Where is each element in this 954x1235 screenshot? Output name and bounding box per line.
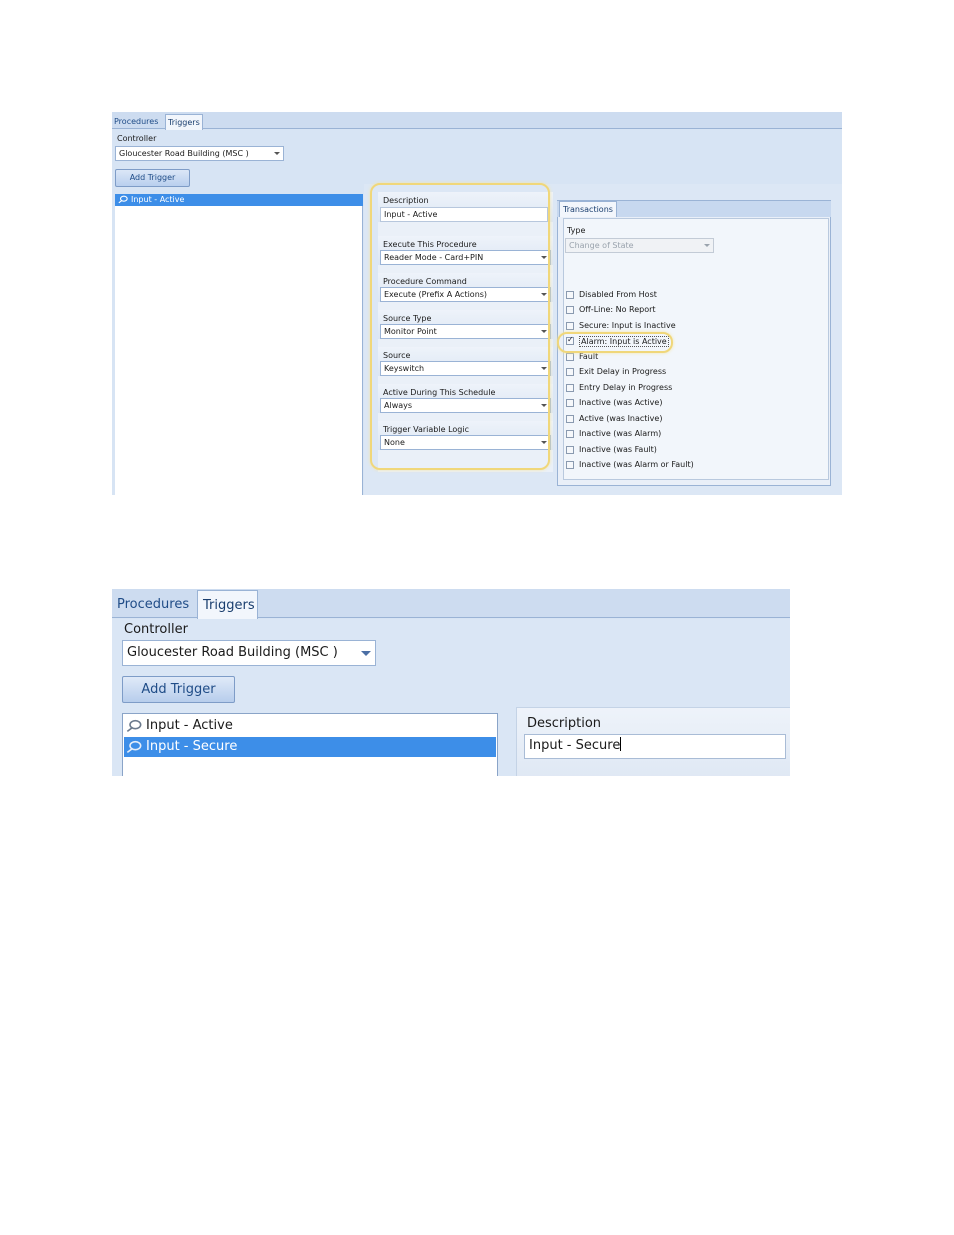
trigger-list: Input - Active Input - Secure <box>122 713 498 776</box>
description-field-value: Input - Secure <box>529 738 621 753</box>
tab-triggers[interactable]: Triggers <box>165 114 203 130</box>
checkbox[interactable] <box>566 461 574 469</box>
controller-label: Controller <box>124 622 188 637</box>
checkbox-label: Inactive (was Fault) <box>579 445 657 454</box>
chevron-down-icon <box>361 651 371 656</box>
trigger-icon <box>126 719 142 732</box>
checkbox-label: Secure: Input is Inactive <box>579 321 676 330</box>
list-item[interactable]: Input - Active <box>115 194 363 206</box>
type-select[interactable]: Change of State <box>565 238 714 253</box>
add-trigger-button[interactable]: Add Trigger <box>122 676 235 703</box>
type-value: Change of State <box>569 241 634 250</box>
controller-select[interactable]: Gloucester Road Building (MSC ) <box>122 640 376 666</box>
trigger-list: Input - Active <box>115 194 363 495</box>
description-field[interactable]: Input - Secure <box>524 734 786 759</box>
screenshot-triggers-zoomed: Procedures Triggers Controller Glouceste… <box>112 589 790 776</box>
trigger-icon <box>126 740 142 753</box>
tab-procedures[interactable]: Procedures <box>112 114 160 130</box>
alarm-highlight <box>557 332 673 353</box>
screenshot-triggers-full: Procedures Triggers Controller Glouceste… <box>112 112 842 495</box>
checkbox[interactable] <box>566 384 574 392</box>
trigger-list-item-label: Input - Secure <box>146 739 238 754</box>
tab-procedures[interactable]: Procedures <box>112 590 194 619</box>
list-item-selected[interactable]: Input - Secure <box>124 737 496 757</box>
checkbox-label: Inactive (was Alarm) <box>579 429 662 438</box>
tab-transactions[interactable]: Transactions <box>559 201 617 217</box>
trigger-list-item-label: Input - Active <box>146 718 233 733</box>
checkbox-label: Fault <box>579 352 599 361</box>
trigger-list-item-label: Input - Active <box>131 195 185 204</box>
text-caret <box>620 737 622 751</box>
tab-bar <box>112 112 842 129</box>
checkbox-label: Disabled From Host <box>579 290 657 299</box>
checkbox-label: Off-Line: No Report <box>579 305 656 314</box>
controller-label: Controller <box>117 134 157 143</box>
add-trigger-button[interactable]: Add Trigger <box>115 169 190 187</box>
checkbox[interactable] <box>566 446 574 454</box>
trigger-icon <box>118 195 128 204</box>
checkbox-label: Exit Delay in Progress <box>579 367 667 376</box>
checkbox[interactable] <box>566 430 574 438</box>
type-label: Type <box>567 226 586 235</box>
controller-select-value: Gloucester Road Building (MSC ) <box>119 149 249 158</box>
description-label: Description <box>527 716 602 731</box>
checkbox[interactable] <box>566 415 574 423</box>
checkbox[interactable] <box>566 306 574 314</box>
checkbox-label: Inactive (was Alarm or Fault) <box>579 460 694 469</box>
checkbox[interactable] <box>566 399 574 407</box>
chevron-down-icon <box>704 244 710 247</box>
checkbox[interactable] <box>566 353 574 361</box>
checkbox-label: Entry Delay in Progress <box>579 383 673 392</box>
checkbox[interactable] <box>566 368 574 376</box>
controller-select[interactable]: Gloucester Road Building (MSC ) <box>115 146 284 161</box>
checkbox[interactable] <box>566 291 574 299</box>
tab-triggers[interactable]: Triggers <box>197 590 258 619</box>
checkbox-label: Active (was Inactive) <box>579 414 663 423</box>
list-item[interactable]: Input - Active <box>124 716 496 737</box>
checkbox[interactable] <box>566 322 574 330</box>
checkbox-label: Inactive (was Active) <box>579 398 663 407</box>
chevron-down-icon <box>274 152 280 155</box>
fields-highlight <box>370 183 550 470</box>
controller-select-value: Gloucester Road Building (MSC ) <box>127 645 338 660</box>
